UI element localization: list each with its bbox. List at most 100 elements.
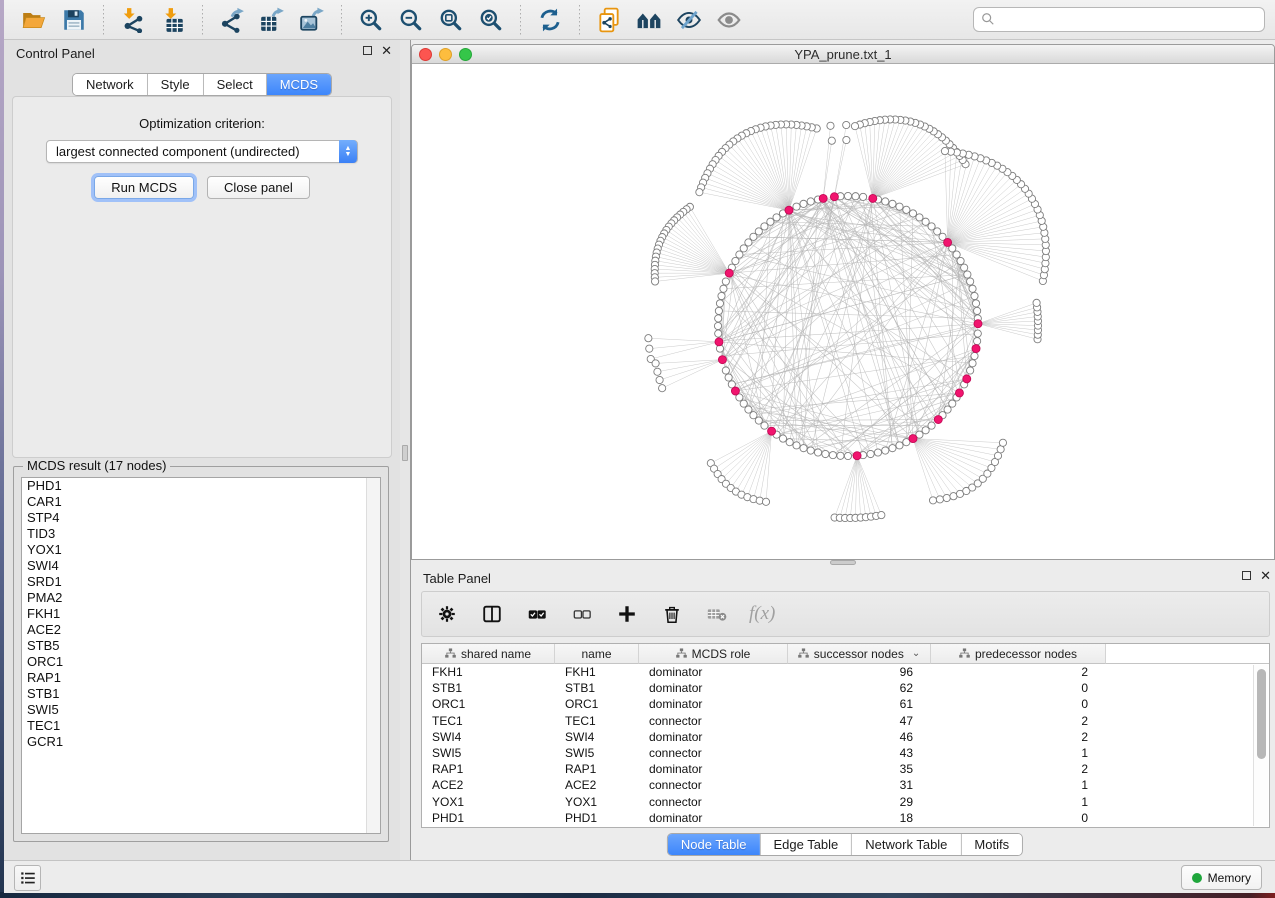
table-row[interactable]: TEC1TEC1connector472 bbox=[422, 713, 1269, 729]
table-scrollbar-thumb[interactable] bbox=[1257, 669, 1266, 759]
table-cell: 43 bbox=[788, 745, 931, 761]
mcds-result-item[interactable]: YOX1 bbox=[22, 542, 380, 558]
zoom-out-icon[interactable] bbox=[396, 5, 426, 35]
tab-motifs[interactable]: Motifs bbox=[961, 834, 1022, 855]
table-cell: STB1 bbox=[555, 680, 639, 696]
import-network-icon[interactable] bbox=[118, 5, 148, 35]
zoom-fit-icon[interactable] bbox=[436, 5, 466, 35]
add-column-icon[interactable] bbox=[614, 601, 640, 627]
table-cell: 29 bbox=[788, 794, 931, 810]
node-table[interactable]: shared namenameMCDS rolesuccessor nodes⌄… bbox=[421, 643, 1270, 828]
column-header-shared-name[interactable]: shared name bbox=[422, 644, 555, 664]
delete-column-icon[interactable] bbox=[659, 601, 685, 627]
table-row[interactable]: YOX1YOX1connector291 bbox=[422, 794, 1269, 810]
float-panel-icon[interactable] bbox=[1242, 571, 1251, 580]
memory-button[interactable]: Memory bbox=[1181, 865, 1262, 890]
column-settings-icon[interactable] bbox=[434, 601, 460, 627]
table-cell: TEC1 bbox=[555, 713, 639, 729]
tab-edge-table[interactable]: Edge Table bbox=[760, 834, 852, 855]
close-panel-icon[interactable]: ✕ bbox=[1260, 571, 1271, 580]
first-neighbors-icon[interactable] bbox=[634, 5, 664, 35]
tab-mcds[interactable]: MCDS bbox=[267, 74, 331, 95]
table-row[interactable]: ORC1ORC1dominator610 bbox=[422, 696, 1269, 712]
table-cell: ORC1 bbox=[555, 696, 639, 712]
export-network-icon[interactable] bbox=[217, 5, 247, 35]
table-cell: RAP1 bbox=[422, 761, 555, 777]
delete-table-icon[interactable] bbox=[704, 601, 730, 627]
show-all-icon[interactable] bbox=[714, 5, 744, 35]
table-cell: 47 bbox=[788, 713, 931, 729]
zoom-in-icon[interactable] bbox=[356, 5, 386, 35]
mcds-result-item[interactable]: GCR1 bbox=[22, 734, 380, 750]
select-all-rows-icon[interactable] bbox=[524, 601, 550, 627]
search-icon bbox=[981, 12, 995, 26]
table-row[interactable]: FKH1FKH1dominator962 bbox=[422, 664, 1269, 680]
mcds-result-item[interactable]: PMA2 bbox=[22, 590, 380, 606]
column-header-MCDS-role[interactable]: MCDS role bbox=[639, 644, 788, 664]
table-row[interactable]: ACE2ACE2connector311 bbox=[422, 777, 1269, 793]
deselect-all-rows-icon[interactable] bbox=[569, 601, 595, 627]
table-scrollbar[interactable] bbox=[1253, 665, 1268, 826]
mcds-result-item[interactable]: TEC1 bbox=[22, 718, 380, 734]
mcds-result-item[interactable]: SWI4 bbox=[22, 558, 380, 574]
import-table-icon[interactable] bbox=[158, 5, 188, 35]
export-image-icon[interactable] bbox=[297, 5, 327, 35]
minimize-window-icon[interactable] bbox=[439, 48, 452, 61]
table-cell: SWI4 bbox=[422, 729, 555, 745]
table-row[interactable]: SWI4SWI4dominator462 bbox=[422, 729, 1269, 745]
mcds-result-item[interactable]: SWI5 bbox=[22, 702, 380, 718]
network-window-titlebar[interactable]: YPA_prune.txt_1 bbox=[412, 45, 1274, 64]
maximize-window-icon[interactable] bbox=[459, 48, 472, 61]
table-row[interactable]: STB1STB1dominator620 bbox=[422, 680, 1269, 696]
close-window-icon[interactable] bbox=[419, 48, 432, 61]
tab-style[interactable]: Style bbox=[148, 74, 204, 95]
refresh-view-icon[interactable] bbox=[535, 5, 565, 35]
column-header-predecessor-nodes[interactable]: predecessor nodes bbox=[931, 644, 1106, 664]
table-row[interactable]: PHD1PHD1dominator180 bbox=[422, 810, 1269, 826]
run-mcds-button[interactable]: Run MCDS bbox=[94, 176, 194, 199]
close-panel-button[interactable]: Close panel bbox=[207, 176, 310, 199]
zoom-selected-icon[interactable] bbox=[476, 5, 506, 35]
table-row[interactable]: RAP1RAP1dominator352 bbox=[422, 761, 1269, 777]
vertical-splitter[interactable] bbox=[400, 40, 411, 860]
mcds-list-scrollbar[interactable] bbox=[366, 478, 380, 833]
tab-network[interactable]: Network bbox=[73, 74, 148, 95]
table-panel: Table Panel ✕ bbox=[411, 565, 1275, 860]
float-panel-icon[interactable] bbox=[363, 46, 372, 55]
hide-selected-icon[interactable] bbox=[674, 5, 704, 35]
column-header-successor-nodes[interactable]: successor nodes⌄ bbox=[788, 644, 931, 664]
splitter-grip[interactable] bbox=[402, 445, 408, 461]
select-stepper-icon: ▲▼ bbox=[339, 140, 357, 163]
mcds-result-item[interactable]: ACE2 bbox=[22, 622, 380, 638]
table-cell: connector bbox=[639, 713, 788, 729]
table-row[interactable]: SWI5SWI5connector431 bbox=[422, 745, 1269, 761]
column-header-name[interactable]: name bbox=[555, 644, 639, 664]
save-session-icon[interactable] bbox=[59, 5, 89, 35]
status-list-icon[interactable] bbox=[14, 865, 41, 891]
mcds-result-item[interactable]: PHD1 bbox=[22, 478, 380, 494]
export-table-icon[interactable] bbox=[257, 5, 287, 35]
close-panel-icon[interactable]: ✕ bbox=[381, 46, 392, 55]
tab-network-table[interactable]: Network Table bbox=[852, 834, 961, 855]
mcds-result-item[interactable]: STB1 bbox=[22, 686, 380, 702]
mcds-result-item[interactable]: SRD1 bbox=[22, 574, 380, 590]
mcds-result-item[interactable]: CAR1 bbox=[22, 494, 380, 510]
mcds-result-item[interactable]: TID3 bbox=[22, 526, 380, 542]
toolbar-separator bbox=[579, 5, 580, 35]
search-input[interactable] bbox=[973, 7, 1265, 32]
mcds-result-list[interactable]: PHD1CAR1STP4TID3YOX1SWI4SRD1PMA2FKH1ACE2… bbox=[21, 477, 381, 834]
show-column-panel-icon[interactable] bbox=[479, 601, 505, 627]
open-session-icon[interactable] bbox=[19, 5, 49, 35]
table-cell: dominator bbox=[639, 761, 788, 777]
tab-node-table[interactable]: Node Table bbox=[668, 834, 761, 855]
network-canvas[interactable] bbox=[412, 64, 1274, 559]
tab-select[interactable]: Select bbox=[204, 74, 267, 95]
mcds-result-item[interactable]: RAP1 bbox=[22, 670, 380, 686]
network-from-file-icon[interactable] bbox=[594, 5, 624, 35]
mcds-result-item[interactable]: ORC1 bbox=[22, 654, 380, 670]
mcds-result-item[interactable]: FKH1 bbox=[22, 606, 380, 622]
mcds-result-item[interactable]: STP4 bbox=[22, 510, 380, 526]
function-builder-icon[interactable]: f(x) bbox=[749, 603, 775, 625]
optimization-criterion-select[interactable]: largest connected component (undirected)… bbox=[46, 140, 358, 163]
mcds-result-item[interactable]: STB5 bbox=[22, 638, 380, 654]
